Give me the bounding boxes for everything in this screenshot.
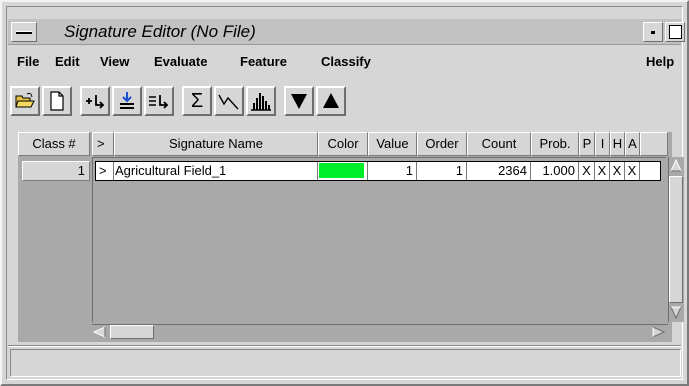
row-a-flag[interactable]: X xyxy=(625,161,640,181)
menu-classify[interactable]: Classify xyxy=(321,54,371,70)
header-count[interactable]: Count xyxy=(467,132,531,156)
menu-help[interactable]: Help xyxy=(646,54,674,70)
menu-feature[interactable]: Feature xyxy=(240,54,287,70)
row-prob[interactable]: 1.000 xyxy=(531,161,579,181)
header-color[interactable]: Color xyxy=(318,132,368,156)
row-value[interactable]: 1 xyxy=(368,161,417,181)
mean-plot-button[interactable] xyxy=(214,86,244,116)
statistics-sigma-icon: Σ xyxy=(190,90,204,112)
horizontal-scrollbar[interactable] xyxy=(92,324,668,340)
header-prob[interactable]: Prob. xyxy=(531,132,579,156)
header-marker[interactable]: > xyxy=(92,132,114,156)
replace-signature-icon xyxy=(120,92,134,109)
row-class-number[interactable]: 1 xyxy=(22,161,90,181)
maximize-icon xyxy=(669,25,682,39)
add-signature-icon xyxy=(86,95,105,109)
open-folder-icon xyxy=(15,92,35,108)
minimize-button[interactable] xyxy=(643,22,663,42)
add-signature-button[interactable] xyxy=(80,86,110,116)
row-color-swatch[interactable] xyxy=(319,163,364,178)
header-h[interactable]: H xyxy=(610,132,625,156)
header-p[interactable]: P xyxy=(579,132,595,156)
table-header-row: Class # > Signature Name Color Value Ord… xyxy=(18,132,672,156)
status-separator xyxy=(8,345,681,347)
header-signature-name[interactable]: Signature Name xyxy=(114,132,318,156)
window-menu-button[interactable] xyxy=(11,22,37,42)
histogram-icon xyxy=(251,93,271,111)
header-value[interactable]: Value xyxy=(368,132,417,156)
merge-signature-button[interactable] xyxy=(144,86,174,116)
row-p-flag[interactable]: X xyxy=(579,161,595,181)
row-order[interactable]: 1 xyxy=(417,161,467,181)
row-color-cell[interactable] xyxy=(318,161,368,181)
status-bar xyxy=(10,349,681,377)
menu-file[interactable]: File xyxy=(17,54,39,70)
move-up-arrow-icon xyxy=(323,93,339,108)
move-down-button[interactable] xyxy=(284,86,314,116)
scroll-right-arrow-icon[interactable] xyxy=(651,326,665,338)
menu-evaluate[interactable]: Evaluate xyxy=(154,54,207,70)
scroll-up-arrow-icon[interactable] xyxy=(670,159,682,173)
scroll-left-arrow-icon[interactable] xyxy=(93,326,107,338)
table-data-area xyxy=(92,157,666,322)
move-down-arrow-icon xyxy=(291,94,307,109)
minimize-icon xyxy=(651,31,655,34)
merge-signature-icon xyxy=(149,95,169,109)
toolbar: Σ xyxy=(10,86,670,126)
header-filler xyxy=(640,132,668,156)
scroll-down-arrow-icon[interactable] xyxy=(670,305,682,319)
row-signature-name[interactable]: Agricultural Field_1 xyxy=(114,161,318,181)
row-i-flag[interactable]: X xyxy=(595,161,610,181)
window-menu-icon xyxy=(16,31,32,34)
row-marker[interactable]: > xyxy=(96,161,114,181)
open-button[interactable] xyxy=(10,86,40,116)
row-count[interactable]: 2364 xyxy=(467,161,531,181)
menu-bar: File Edit View Evaluate Feature Classify… xyxy=(8,47,681,77)
new-button[interactable] xyxy=(42,86,72,116)
header-a[interactable]: A xyxy=(625,132,640,156)
replace-signature-button[interactable] xyxy=(112,86,142,116)
header-i[interactable]: I xyxy=(595,132,610,156)
row-filler xyxy=(640,161,661,181)
mean-plot-icon xyxy=(218,94,239,110)
row-h-flag[interactable]: X xyxy=(610,161,625,181)
menu-edit[interactable]: Edit xyxy=(55,54,80,70)
maximize-button[interactable] xyxy=(665,22,685,42)
header-order[interactable]: Order xyxy=(417,132,467,156)
move-up-button[interactable] xyxy=(316,86,346,116)
row-header-column xyxy=(18,157,90,322)
horizontal-scroll-thumb[interactable] xyxy=(110,325,154,339)
new-file-icon xyxy=(50,91,64,111)
statistics-button[interactable]: Σ xyxy=(182,86,212,116)
vertical-scroll-thumb[interactable] xyxy=(669,176,683,303)
menu-view[interactable]: View xyxy=(100,54,129,70)
window-title: Signature Editor (No File) xyxy=(64,22,256,41)
histogram-button[interactable] xyxy=(246,86,276,116)
header-class-number[interactable]: Class # xyxy=(18,132,90,156)
